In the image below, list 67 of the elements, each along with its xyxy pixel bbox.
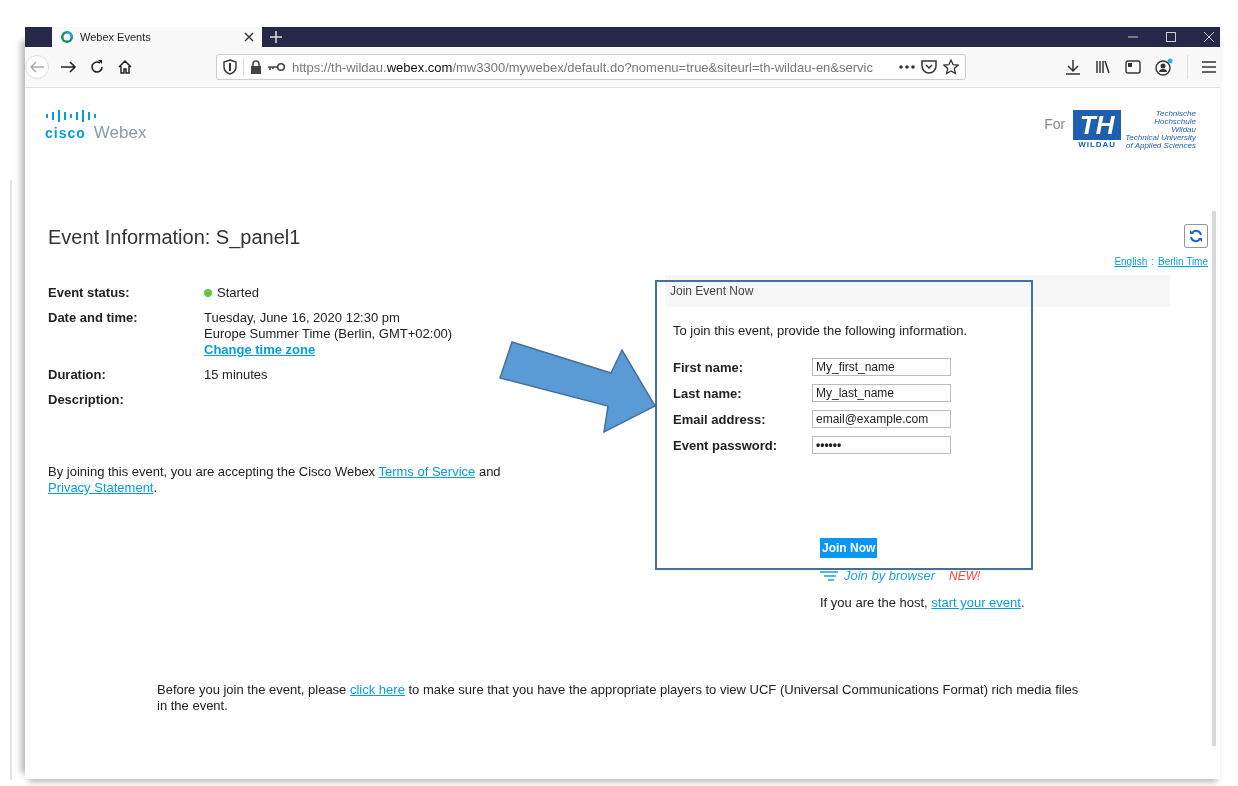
link-separator: : (1151, 256, 1154, 267)
lock-icon (250, 60, 262, 74)
cisco-bars-icon (45, 110, 97, 122)
change-time-zone-link[interactable]: Change time zone (204, 342, 316, 357)
language-link[interactable]: English (1114, 256, 1148, 267)
address-bar[interactable]: https://th-wildau.webex.com/mw3300/mywebex/default.do?nomenu=true&siteurl=th-wildau-en&servic (216, 54, 966, 80)
shield-icon[interactable] (223, 59, 237, 75)
click-here-link[interactable]: click here (349, 682, 405, 697)
privacy-link[interactable]: Privacy Statement (48, 480, 154, 495)
scrollbar[interactable] (1212, 211, 1216, 746)
detail-value: Tuesday, June 16, 2020 12:30 pm (204, 310, 401, 326)
star-icon[interactable] (943, 59, 959, 75)
input-field[interactable]: email@example.com (812, 410, 951, 428)
home-icon[interactable] (117, 59, 133, 75)
new-label: NEW! (949, 568, 981, 583)
back-arrow-icon (30, 61, 44, 73)
refresh-icon (1189, 229, 1203, 243)
detail-label: Duration: (48, 367, 107, 383)
host-text: If you are the host, start your event. (820, 595, 1026, 610)
detail-label: Event status: (48, 285, 131, 301)
start-event-link[interactable]: start your event (931, 595, 1021, 610)
account-icon[interactable] (1155, 58, 1173, 76)
url-text: https://th-wildau.webex.com/mw3300/mywebex/default.do?nomenu=true&siteurl=th-wildau-en&servic (292, 59, 874, 75)
time-zone-link[interactable]: Berlin Time (1158, 256, 1208, 267)
download-icon[interactable] (1065, 59, 1081, 75)
partner-logo-subtitle: WILDAU (1078, 140, 1117, 149)
close-tab-icon[interactable] (244, 32, 254, 42)
product-name: Webex (93, 123, 147, 143)
key-icon (268, 62, 286, 72)
detail-value: 15 minutes (204, 367, 269, 383)
terms-text: By joining this event, you are accepting the Cisco Webex Terms of Service and Privacy Statement. (48, 464, 502, 496)
status-text: Started (217, 285, 259, 301)
field-label: First name: (673, 359, 745, 375)
for-label: For (1044, 116, 1066, 132)
sidebar-icon[interactable] (1125, 59, 1141, 75)
reload-icon[interactable] (89, 59, 105, 75)
partner-logo-mark: TH (1073, 110, 1122, 140)
pocket-icon[interactable] (921, 60, 937, 74)
maximize-icon[interactable] (1166, 32, 1176, 42)
browser-tab[interactable]: Webex Events (52, 27, 262, 47)
close-icon[interactable] (1204, 32, 1214, 42)
field-label: Email address: (673, 411, 767, 427)
page-title: Event Information: S_panel1 (48, 226, 301, 251)
panel-header: Join Event Now (665, 275, 1170, 307)
new-tab-icon[interactable] (270, 31, 282, 43)
browser-lines-icon (820, 569, 838, 582)
brand-name: cisco (45, 125, 86, 141)
menu-icon[interactable] (1202, 61, 1216, 73)
terms-link[interactable]: Terms of Service (378, 464, 476, 479)
forward-icon[interactable] (61, 60, 77, 74)
detail-label: Description: (48, 392, 125, 408)
detail-value: Europe Summer Time (Berlin, GMT+02:00) (204, 326, 454, 342)
join-button[interactable]: Join Now (820, 538, 878, 558)
library-icon[interactable] (1095, 59, 1111, 75)
detail-label: Date and time: (48, 310, 139, 327)
panel-intro: To join this event, provide the following information. (673, 323, 969, 338)
field-label: Event password: (673, 437, 779, 453)
input-field[interactable]: My_first_name (812, 358, 951, 376)
input-field[interactable]: My_last_name (812, 384, 951, 402)
join-by-browser-link[interactable]: Join by browser (844, 568, 936, 583)
more-icon[interactable] (899, 65, 915, 69)
refresh-button[interactable] (1184, 224, 1208, 248)
field-label: Last name: (673, 385, 743, 401)
password-field[interactable]: •••••• (812, 436, 951, 454)
players-note: Before you join the event, please click here to make sure that you have the appropriate players to view UCF (Universal Communications Format) rich media files in the event. (157, 682, 1080, 714)
partner-logo-text: Technische Hochschule Wildau Technical University of Applied Sciences (1125, 110, 1196, 150)
tab-favicon-icon (60, 30, 74, 44)
